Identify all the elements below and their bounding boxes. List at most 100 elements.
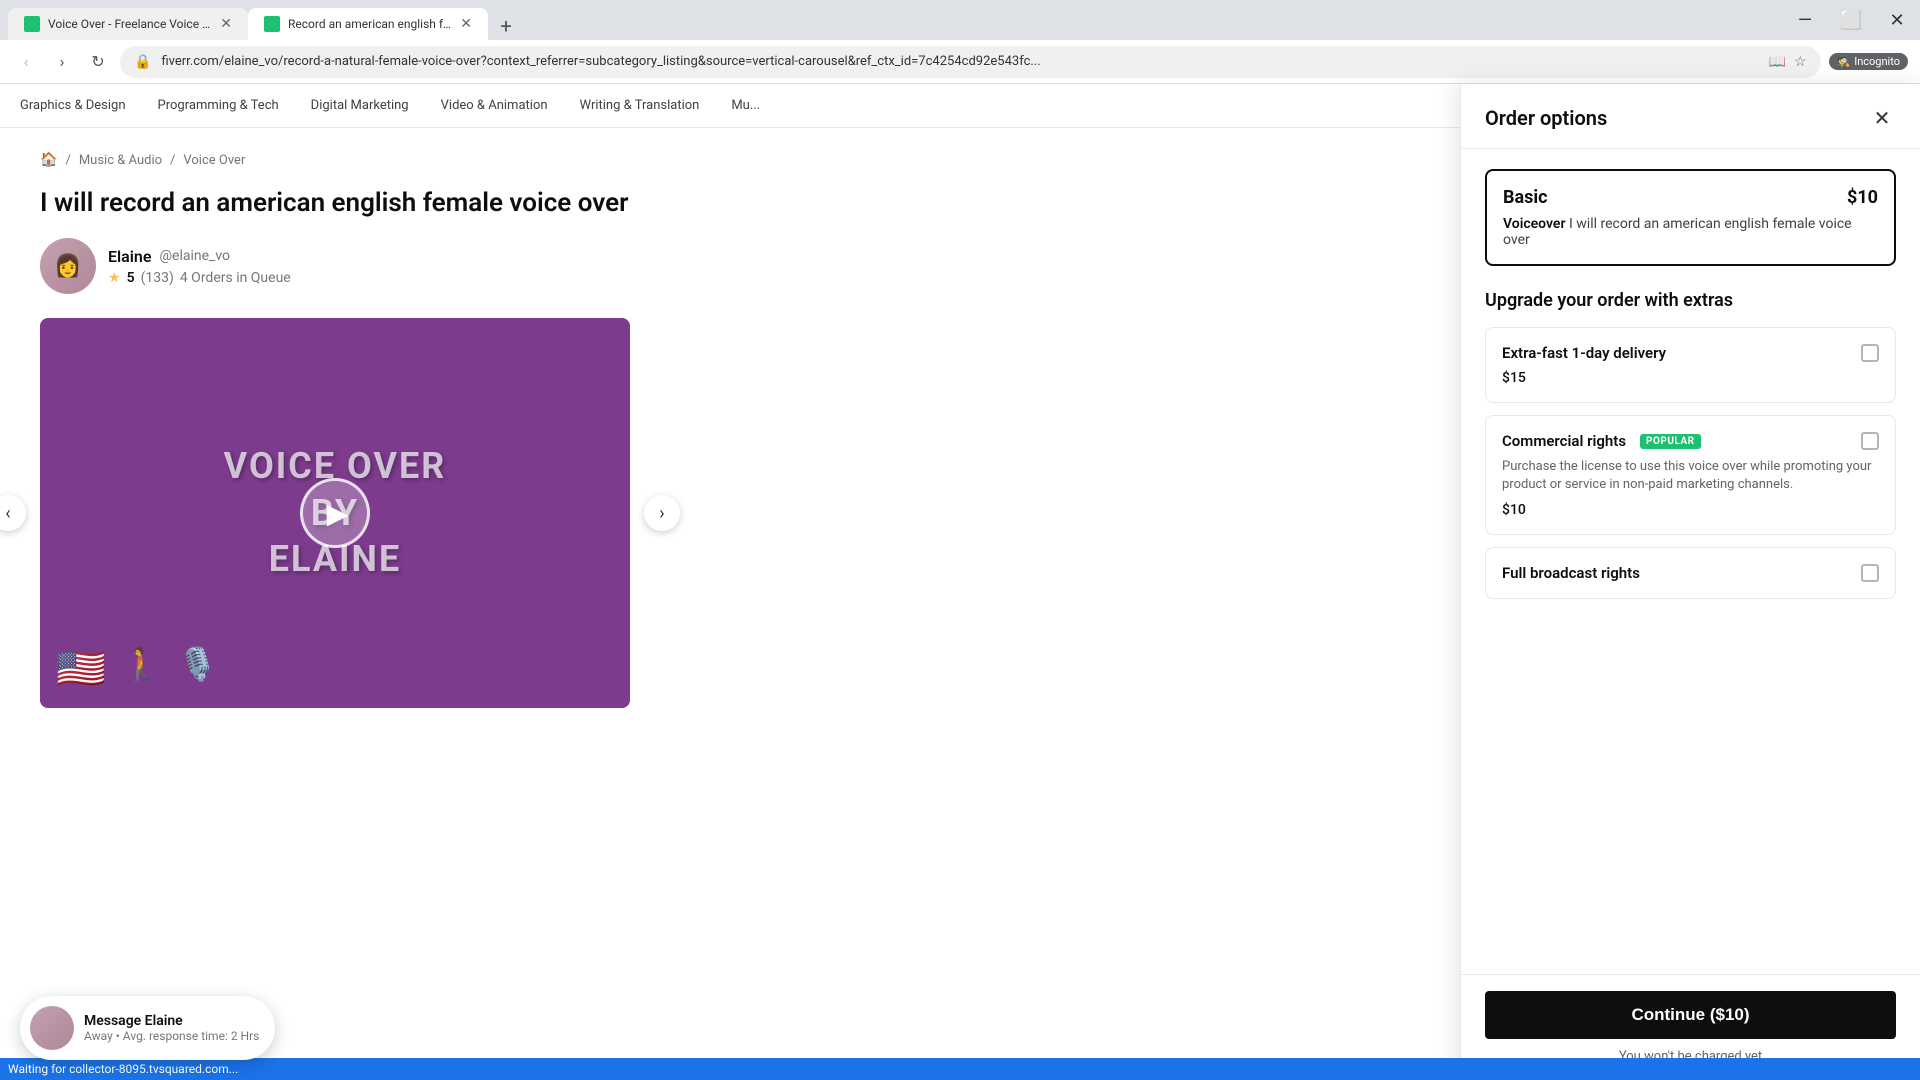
breadcrumb-category[interactable]: Music & Audio xyxy=(79,153,162,168)
panel-close-button[interactable]: ✕ xyxy=(1868,104,1896,132)
reader-icon[interactable]: 📖 xyxy=(1767,52,1788,72)
main-content: Graphics & Design Programming & Tech Dig… xyxy=(0,84,1460,1080)
continue-button[interactable]: Continue ($10) xyxy=(1485,991,1896,1039)
orders-queue: 4 Orders in Queue xyxy=(180,270,291,286)
order-panel: Order options ✕ Basic $10 Voiceover I wi… xyxy=(1460,84,1920,1080)
extra-item-2: Commercial rights POPULAR Purchase the l… xyxy=(1485,415,1896,535)
package-name: Basic xyxy=(1503,187,1548,208)
category-nav: Graphics & Design Programming & Tech Dig… xyxy=(0,84,1460,128)
package-header: Basic $10 xyxy=(1503,187,1878,208)
tab-bar: Voice Over - Freelance Voice A... ✕ Reco… xyxy=(0,0,1782,40)
address-text: fiverr.com/elaine_vo/record-a-natural-fe… xyxy=(161,54,1758,69)
breadcrumb-sep-2: / xyxy=(170,153,175,168)
panel-title: Order options xyxy=(1485,106,1607,130)
reload-button[interactable]: ↻ xyxy=(84,48,112,76)
content-area: 🏠 / Music & Audio / Voice Over I will re… xyxy=(0,128,1460,732)
star-icon: ★ xyxy=(108,270,121,286)
cat-programming[interactable]: Programming & Tech xyxy=(158,98,279,113)
breadcrumb-sep-1: / xyxy=(65,153,70,168)
back-button[interactable]: ‹ xyxy=(12,48,40,76)
breadcrumb: 🏠 / Music & Audio / Voice Over xyxy=(40,152,1420,168)
popular-badge: POPULAR xyxy=(1640,434,1701,449)
window-controls: — ⬜ ✕ xyxy=(1782,0,1920,40)
extra-item-3: Full broadcast rights xyxy=(1485,547,1896,599)
rating-score: 5 xyxy=(127,270,135,286)
seller-avatar-img: 👩 xyxy=(40,238,96,294)
seller-handle: @elaine_vo xyxy=(159,248,230,264)
extra-1-name: Extra-fast 1-day delivery xyxy=(1502,344,1666,362)
page-layout: Graphics & Design Programming & Tech Dig… xyxy=(0,84,1920,1080)
incognito-icon: 🕵️ xyxy=(1837,55,1851,68)
cat-graphics[interactable]: Graphics & Design xyxy=(20,98,126,113)
extra-2-row: Commercial rights POPULAR xyxy=(1502,432,1879,450)
status-text: Waiting for collector-8095.tvsquared.com… xyxy=(8,1062,238,1076)
forward-button[interactable]: › xyxy=(48,48,76,76)
panel-body: Basic $10 Voiceover I will record an ame… xyxy=(1461,149,1920,974)
message-content: Message Elaine Away • Avg. response time… xyxy=(84,1013,259,1043)
maximize-button[interactable]: ⬜ xyxy=(1828,0,1874,40)
extra-item-1: Extra-fast 1-day delivery $15 xyxy=(1485,327,1896,403)
tab-2-favicon xyxy=(264,16,280,32)
incognito-badge: 🕵️ Incognito xyxy=(1829,53,1909,70)
gallery-image: VOICE OVER BY ELAINE ▶ 🇺🇸 🚶 🎙️ xyxy=(40,318,630,708)
package-price: $10 xyxy=(1847,187,1878,208)
extra-1-row: Extra-fast 1-day delivery xyxy=(1502,344,1879,362)
tab-1-favicon xyxy=(24,16,40,32)
package-desc: Voiceover I will record an american engl… xyxy=(1503,216,1878,248)
bookmark-icon[interactable]: ☆ xyxy=(1792,52,1809,72)
cat-more[interactable]: Mu... xyxy=(731,98,760,113)
extra-3-checkbox[interactable] xyxy=(1861,564,1879,582)
breadcrumb-subcategory[interactable]: Voice Over xyxy=(183,153,245,168)
rating-count[interactable]: (133) xyxy=(141,270,174,286)
tab-2-title: Record an american english fe... xyxy=(288,17,452,31)
tab-2[interactable]: Record an american english fe... ✕ xyxy=(248,8,488,40)
navigation-bar: ‹ › ↻ 🔒 fiverr.com/elaine_vo/record-a-na… xyxy=(0,40,1920,84)
extras-title: Upgrade your order with extras xyxy=(1485,290,1896,311)
message-avatar-img xyxy=(30,1006,74,1050)
play-button[interactable]: ▶ xyxy=(300,478,370,548)
gallery-next-button[interactable]: › xyxy=(644,495,680,531)
message-label: Message Elaine xyxy=(84,1013,259,1029)
minimize-button[interactable]: — xyxy=(1782,0,1828,40)
close-button[interactable]: ✕ xyxy=(1874,0,1920,40)
cat-writing[interactable]: Writing & Translation xyxy=(580,98,700,113)
incognito-label: Incognito xyxy=(1854,55,1900,68)
extra-3-row: Full broadcast rights xyxy=(1502,564,1879,582)
address-bar[interactable]: 🔒 fiverr.com/elaine_vo/record-a-natural-… xyxy=(120,46,1821,78)
gallery-wrapper: ‹ VOICE OVER BY ELAINE ▶ 🇺🇸 � xyxy=(40,318,630,708)
package-type: Voiceover xyxy=(1503,216,1566,232)
person-icon: 🚶 xyxy=(122,645,162,692)
new-tab-button[interactable]: + xyxy=(492,12,520,40)
gallery-icons: 🇺🇸 🚶 🎙️ xyxy=(56,645,218,692)
tab-1-title: Voice Over - Freelance Voice A... xyxy=(48,17,212,31)
message-separator: • xyxy=(116,1029,123,1043)
extra-1-price: $15 xyxy=(1502,370,1879,386)
address-icons: 📖 ☆ xyxy=(1767,52,1809,72)
message-avatar xyxy=(30,1006,74,1050)
seller-avatar: 👩 xyxy=(40,238,96,294)
extra-1-checkbox[interactable] xyxy=(1861,344,1879,362)
cat-marketing[interactable]: Digital Marketing xyxy=(311,98,409,113)
seller-name[interactable]: Elaine xyxy=(108,247,151,266)
status-bar: Waiting for collector-8095.tvsquared.com… xyxy=(0,1058,1920,1080)
gallery-container: VOICE OVER BY ELAINE ▶ 🇺🇸 🚶 🎙️ xyxy=(40,318,630,708)
package-card[interactable]: Basic $10 Voiceover I will record an ame… xyxy=(1485,169,1896,266)
cat-video[interactable]: Video & Animation xyxy=(441,98,548,113)
away-status: Away xyxy=(84,1029,113,1043)
play-icon: ▶ xyxy=(327,497,349,530)
mic-icon: 🎙️ xyxy=(178,645,218,692)
seller-info: 👩 Elaine @elaine_vo ★ 5 (133) 4 Orders i… xyxy=(40,238,1420,294)
response-time: Avg. response time: 2 Hrs xyxy=(123,1029,260,1043)
tab-2-close[interactable]: ✕ xyxy=(460,16,472,32)
seller-details: Elaine @elaine_vo ★ 5 (133) 4 Orders in … xyxy=(108,247,291,286)
extra-2-price: $10 xyxy=(1502,502,1879,518)
extra-2-desc: Purchase the license to use this voice o… xyxy=(1502,458,1879,494)
tab-1-close[interactable]: ✕ xyxy=(220,16,232,32)
extra-3-name: Full broadcast rights xyxy=(1502,564,1640,582)
tab-1[interactable]: Voice Over - Freelance Voice A... ✕ xyxy=(8,8,248,40)
home-icon[interactable]: 🏠 xyxy=(40,152,57,168)
panel-header: Order options ✕ xyxy=(1461,84,1920,149)
gallery-prev-button[interactable]: ‹ xyxy=(0,495,26,531)
extra-2-checkbox[interactable] xyxy=(1861,432,1879,450)
message-widget[interactable]: Message Elaine Away • Avg. response time… xyxy=(20,996,275,1060)
